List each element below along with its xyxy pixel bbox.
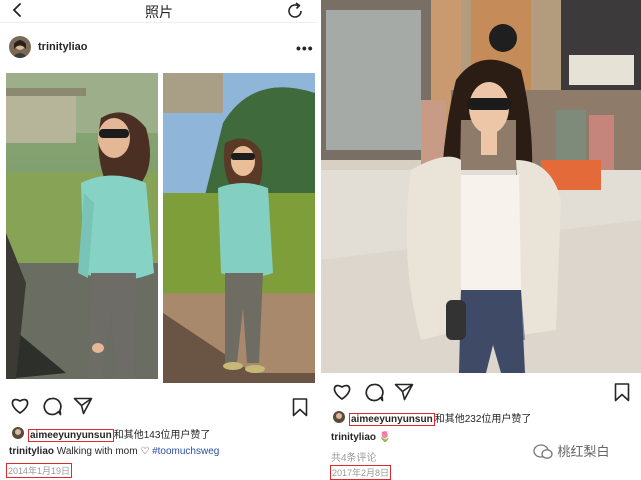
refresh-icon[interactable] xyxy=(284,0,306,22)
watermark: 桃红梨白 xyxy=(533,441,609,461)
post-caption: trinityliao Walking with mom ♡ #toomuchs… xyxy=(9,446,219,457)
like-heart-icon[interactable] xyxy=(10,397,30,415)
likes-summary: aimeeyunyunsun 和其他143位用户赞了 xyxy=(28,426,211,442)
like-heart-icon[interactable] xyxy=(332,383,352,401)
share-send-icon[interactable] xyxy=(394,383,414,401)
post-photo-2[interactable] xyxy=(163,73,315,383)
watermark-text: 桃红梨白 xyxy=(557,444,610,459)
bookmark-icon[interactable] xyxy=(614,383,630,402)
comment-bubble-icon[interactable] xyxy=(364,383,384,402)
nav-title: 照片 xyxy=(145,4,173,20)
liker-username[interactable]: aimeeyunyunsun xyxy=(28,429,114,442)
tulip-emoji: 🌷 xyxy=(378,432,392,443)
post-photo[interactable] xyxy=(321,0,641,373)
right-post-screenshot: aimeeyunyunsun 和其他232位用户赞了 trinityliao 🌷 … xyxy=(318,0,641,480)
bookmark-icon[interactable] xyxy=(292,398,308,417)
share-send-icon[interactable] xyxy=(73,397,93,415)
author-avatar[interactable] xyxy=(9,36,31,58)
likes-count-text: 和其他232位用户赞了 xyxy=(434,414,532,425)
comment-bubble-icon[interactable] xyxy=(42,397,62,416)
post-date: 2017年2月8日 xyxy=(330,465,392,480)
caption-username[interactable]: trinityliao xyxy=(9,446,54,457)
post-photo-1[interactable] xyxy=(6,73,158,379)
post-date: 2014年1月19日 xyxy=(6,463,73,478)
view-comments-link[interactable]: 共4条评论 xyxy=(331,449,377,464)
left-post-screenshot: 照片 trinityliao ••• aimeeyunyunsun 和其他143… xyxy=(0,0,318,480)
likes-count-text: 和其他143位用户赞了 xyxy=(113,430,211,441)
wechat-logo-icon xyxy=(533,444,553,459)
caption-username[interactable]: trinityliao xyxy=(331,432,376,443)
author-username[interactable]: trinityliao xyxy=(38,41,88,53)
liker-avatar[interactable] xyxy=(333,411,345,423)
post-caption: trinityliao 🌷 xyxy=(331,432,391,443)
liker-username[interactable]: aimeeyunyunsun xyxy=(349,413,435,426)
more-options-icon[interactable]: ••• xyxy=(296,40,314,56)
caption-text: Walking with mom ♡ xyxy=(56,446,150,457)
hashtag-link[interactable]: #toomuchsweg xyxy=(152,446,219,457)
liker-avatar[interactable] xyxy=(12,427,24,439)
likes-summary: aimeeyunyunsun 和其他232位用户赞了 xyxy=(349,410,532,426)
